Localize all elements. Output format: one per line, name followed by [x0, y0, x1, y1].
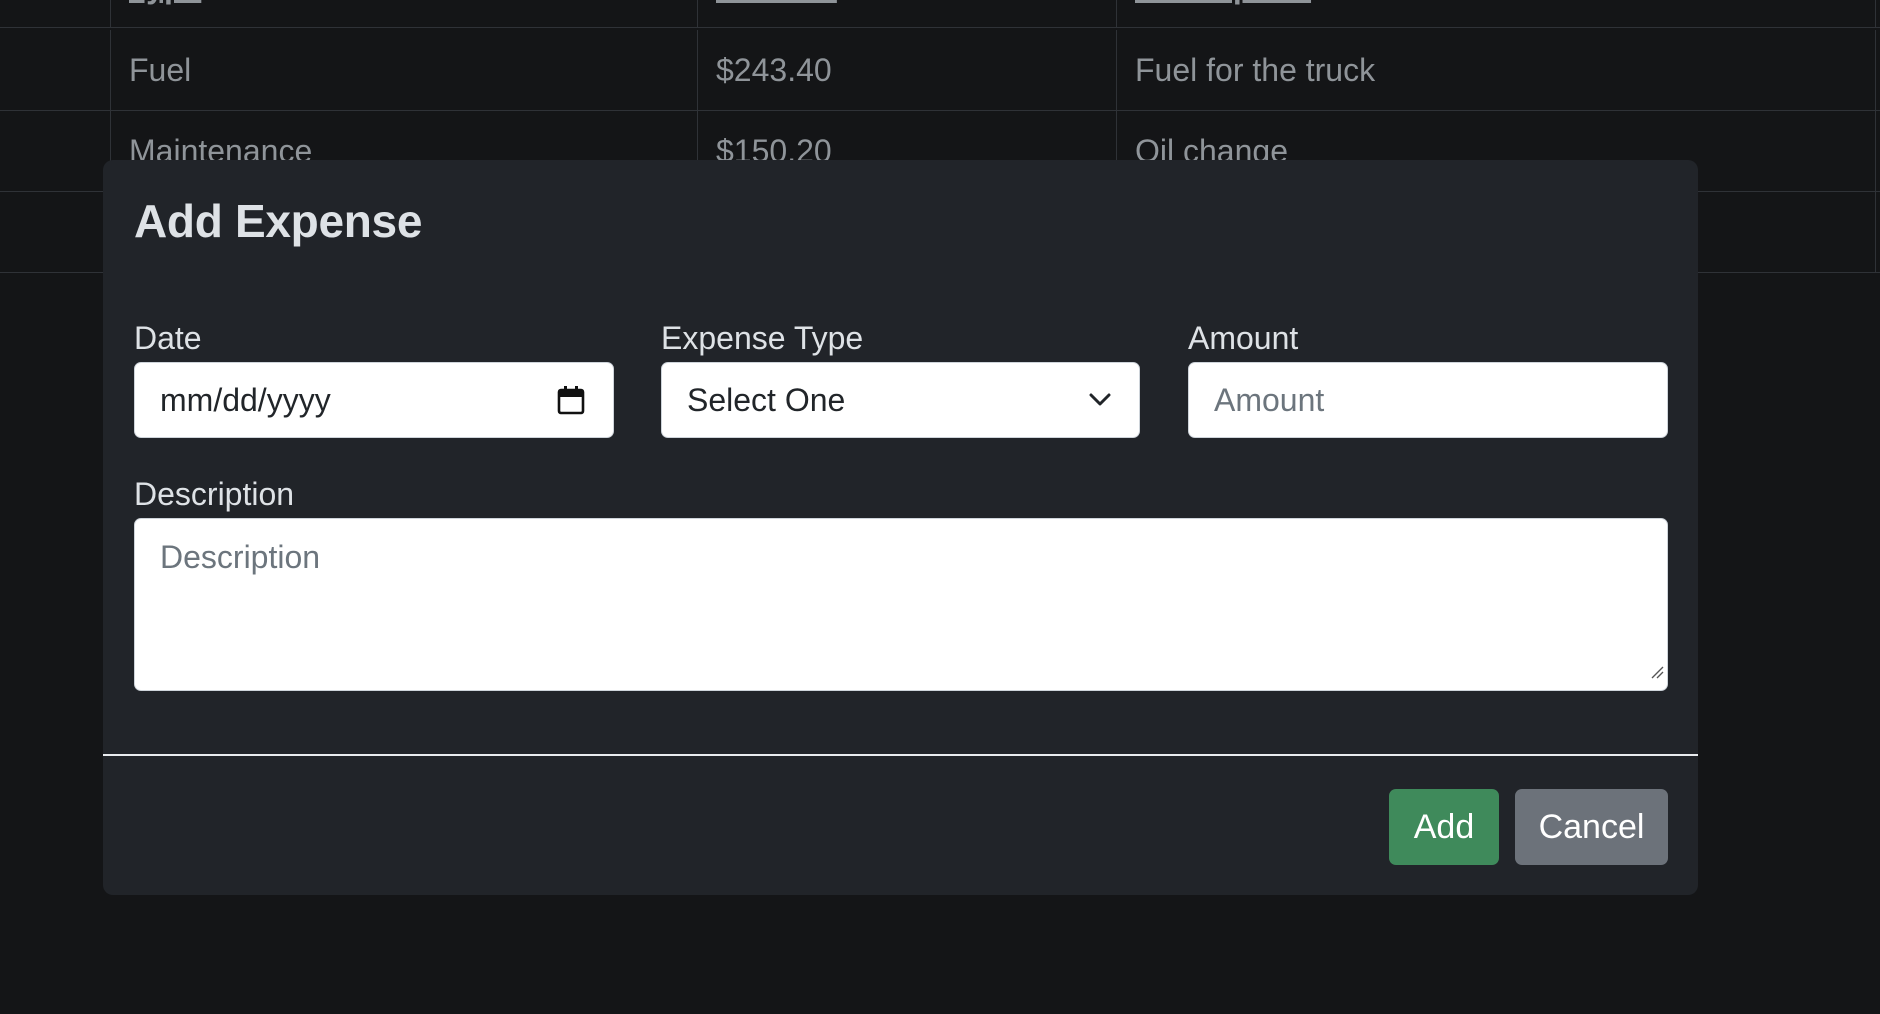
description-placeholder: Description: [160, 539, 321, 575]
expense-type-selected: Select One: [687, 382, 846, 418]
calendar-icon[interactable]: [557, 363, 585, 437]
table-cell-description: Fuel for the truck: [1116, 30, 1876, 111]
table-row: Fuel $243.40 Fuel for the truck: [0, 30, 1880, 111]
column-header-amount: Amount: [697, 0, 1116, 28]
expense-type-select[interactable]: Select One: [661, 362, 1140, 438]
table-header-row: Type Amount Description: [0, 0, 1880, 28]
add-expense-modal: Add Expense Date mm/dd/yyyy Expense Type…: [103, 160, 1698, 895]
footer-divider: [103, 754, 1698, 756]
date-label: Date: [134, 320, 202, 356]
cancel-button[interactable]: Cancel: [1515, 789, 1668, 865]
column-header-type: Type: [110, 0, 697, 28]
table-cell-type: Fuel: [110, 30, 697, 111]
amount-placeholder: Amount: [1214, 382, 1325, 418]
column-header-description: Description: [1116, 0, 1876, 28]
description-label: Description: [134, 476, 295, 512]
modal-title: Add Expense: [134, 195, 423, 247]
date-input-value: mm/dd/yyyy: [160, 382, 331, 418]
amount-label: Amount: [1188, 320, 1299, 356]
description-textarea[interactable]: Description: [134, 518, 1668, 691]
amount-input[interactable]: Amount: [1188, 362, 1668, 438]
add-button[interactable]: Add: [1389, 789, 1499, 865]
resize-handle-icon[interactable]: [1650, 650, 1664, 687]
expense-type-label: Expense Type: [661, 320, 864, 356]
chevron-down-icon: [1089, 363, 1111, 437]
table-cell-amount: $243.40: [697, 30, 1116, 111]
date-input[interactable]: mm/dd/yyyy: [134, 362, 614, 438]
